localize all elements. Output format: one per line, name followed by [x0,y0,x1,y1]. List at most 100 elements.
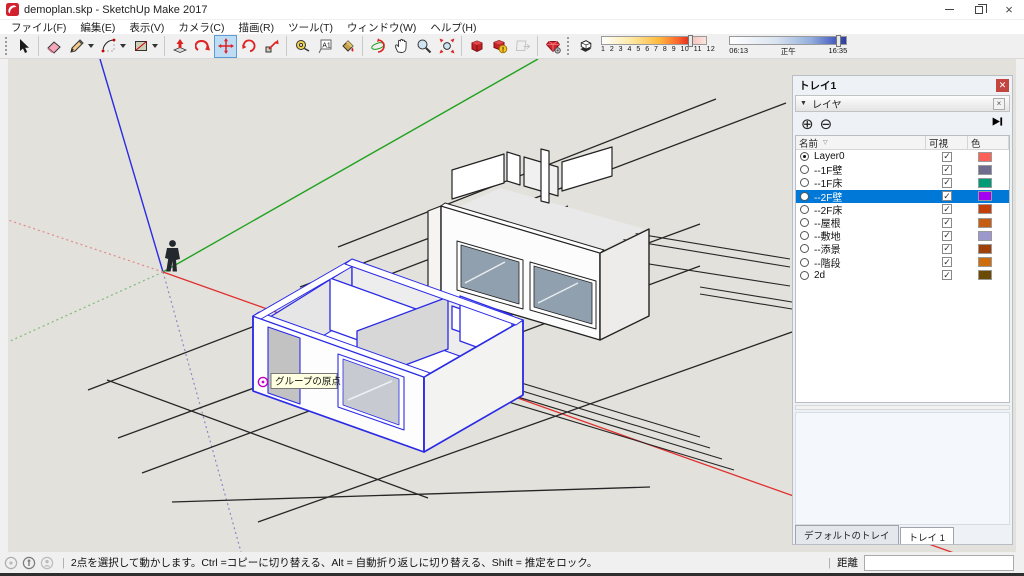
scale-tool-icon[interactable] [260,35,283,58]
tray-title-bar[interactable]: トレイ1 ✕ [793,76,1012,95]
layer-row[interactable]: --1F壁 ✓ [796,163,1009,177]
layer-row[interactable]: --1F床 ✓ [796,176,1009,190]
credits-icon[interactable] [22,556,36,570]
shadows-toggle-icon[interactable] [574,35,597,58]
add-layer-button[interactable]: ⊕ [801,117,814,132]
menu-item-6[interactable]: ツール(T) [281,20,340,35]
layer-color-swatch[interactable] [978,257,992,268]
layer-details-icon[interactable] [991,115,1004,133]
measurement-input[interactable] [864,554,1014,571]
layer-row[interactable]: --2F壁 ✓ [796,189,1009,204]
column-name[interactable]: 名前 ▽ [796,136,926,150]
layer-color-swatch[interactable] [978,243,992,254]
menu-item-1[interactable]: ファイル(F) [4,20,73,35]
arc-tool-icon[interactable] [97,35,120,58]
remove-layer-button[interactable]: ⊖ [820,117,833,132]
tray-splitter[interactable] [795,405,1010,410]
layer-active-radio[interactable] [800,204,809,214]
layer-color-swatch[interactable] [978,217,992,228]
rotate-tool-icon[interactable] [237,35,260,58]
collapse-arrow-icon[interactable]: ▼ [800,100,807,107]
layer-active-radio[interactable] [800,191,809,201]
minimize-button[interactable] [934,0,964,19]
shadow-toolbar-grip[interactable] [567,37,571,55]
layer-visible-checkbox[interactable]: ✓ [942,243,952,254]
layer-visible-checkbox[interactable]: ✓ [942,270,952,281]
layer-active-radio[interactable] [800,152,809,162]
tab-tray-1[interactable]: トレイ 1 [899,527,954,544]
layer-active-radio[interactable] [800,257,809,267]
tray-close-icon[interactable]: ✕ [996,79,1009,92]
arc-tool-dropdown-icon[interactable] [120,44,126,48]
menu-item-5[interactable]: 描画(R) [232,20,282,35]
toolbar-grip[interactable] [5,37,9,55]
column-visible[interactable]: 可視 [926,136,968,150]
layer-visible-checkbox[interactable]: ✓ [942,151,952,162]
layer-visible-checkbox[interactable]: ✓ [942,164,952,175]
layer-active-radio[interactable] [800,270,809,280]
layer-color-swatch[interactable] [978,177,992,188]
move-tool-icon[interactable] [214,34,237,58]
follow-me-tool-icon[interactable] [191,35,214,58]
layer-visible-checkbox[interactable]: ✓ [942,204,952,215]
3d-warehouse-icon[interactable] [465,35,488,58]
column-color[interactable]: 色 [968,136,1009,150]
line-tool-dropdown-icon[interactable] [88,44,94,48]
share-component-icon[interactable] [511,35,534,58]
layers-section-header[interactable]: ▼ レイヤ × [795,95,1010,112]
layer-color-swatch[interactable] [978,191,992,202]
layer-color-swatch[interactable] [978,270,992,281]
layer-row[interactable]: --屋根 ✓ [796,216,1009,230]
paint-bucket-tool-icon[interactable] [336,35,359,58]
tape-measure-tool-icon[interactable] [290,35,313,58]
date-slider-thumb[interactable] [688,34,693,47]
rectangle-tool-dropdown-icon[interactable] [152,44,158,48]
menu-item-7[interactable]: ウィンドウ(W) [340,20,423,35]
layer-active-radio[interactable] [800,165,809,175]
layer-visible-checkbox[interactable]: ✓ [942,230,952,241]
menu-item-2[interactable]: 編集(E) [73,20,122,35]
layer-row[interactable]: 2d ✓ [796,269,1009,282]
layer-visible-checkbox[interactable]: ✓ [942,257,952,268]
layer-active-radio[interactable] [800,231,809,241]
geolocation-icon[interactable] [4,556,18,570]
rectangle-tool-icon[interactable] [129,35,152,58]
zoom-tool-icon[interactable] [412,35,435,58]
menu-item-3[interactable]: 表示(V) [122,20,171,35]
close-button[interactable]: × [994,0,1024,19]
zoom-extents-tool-icon[interactable] [435,35,458,58]
layer-color-swatch[interactable] [978,164,992,175]
menu-item-4[interactable]: カメラ(C) [171,20,231,35]
text-tool-icon[interactable]: A1 [313,35,336,58]
layer-color-swatch[interactable] [978,151,992,162]
layer-active-radio[interactable] [800,244,809,254]
push-pull-tool-icon[interactable] [168,35,191,58]
layer-visible-checkbox[interactable]: ✓ [942,177,952,188]
orbit-tool-icon[interactable] [366,35,389,58]
tab-default-tray[interactable]: デフォルトのトレイ [795,525,899,544]
layers-section-close-icon[interactable]: × [993,97,1005,110]
layer-color-swatch[interactable] [978,230,992,241]
layer-row[interactable]: Layer0 ✓ [796,150,1009,163]
restore-button[interactable] [964,0,994,19]
shadow-date-slider[interactable]: 1 2 3 4 5 6 7 8 9 10 11 12 [601,34,715,53]
eraser-tool-icon[interactable] [42,35,65,58]
layer-visible-checkbox[interactable]: ✓ [942,191,952,202]
sign-in-icon[interactable] [40,556,54,570]
time-slider-thumb[interactable] [836,34,842,47]
layer-color-swatch[interactable] [978,204,992,215]
shadow-time-slider[interactable]: 06:13 正午 16:35 [729,34,848,57]
layer-row[interactable]: --2F床 ✓ [796,203,1009,217]
layer-row[interactable]: --添景 ✓ [796,242,1009,256]
layer-row[interactable]: --階段 ✓ [796,256,1009,270]
layer-active-radio[interactable] [800,218,809,228]
layer-row[interactable]: --敷地 ✓ [796,229,1009,243]
model-check-icon[interactable] [488,35,511,58]
layer-visible-checkbox[interactable]: ✓ [942,217,952,228]
pan-tool-icon[interactable] [389,35,412,58]
menu-item-8[interactable]: ヘルプ(H) [423,20,483,35]
line-tool-icon[interactable] [65,35,88,58]
extension-warehouse-icon[interactable] [541,35,564,58]
layer-active-radio[interactable] [800,178,809,188]
select-tool-icon[interactable] [12,35,35,58]
